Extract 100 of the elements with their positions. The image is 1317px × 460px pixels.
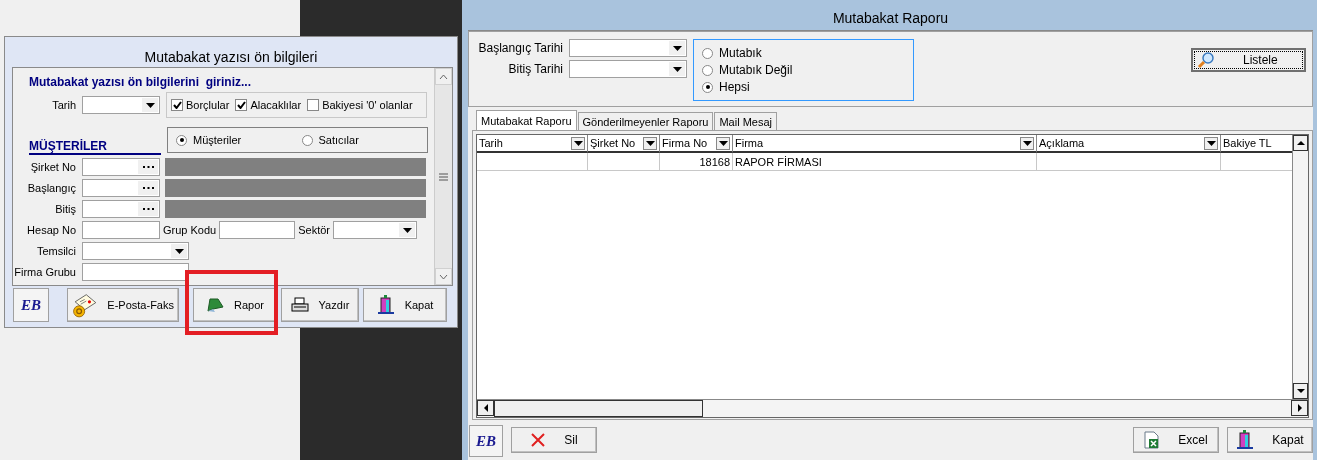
radio-label: Mutabık: [719, 46, 762, 60]
logo: EB: [13, 288, 49, 322]
radio-label: Mutabık Değil: [719, 63, 793, 77]
dialog-title: Mutabakat yazısı ön bilgileri: [144, 49, 318, 65]
filter-button[interactable]: [1204, 136, 1218, 150]
tab[interactable]: Gönderilmeyenler Raporu: [577, 112, 714, 130]
door-icon: [1236, 430, 1255, 450]
caret-icon: [1022, 140, 1032, 146]
toolbar-button[interactable]: Kapat: [1227, 427, 1313, 453]
up-arrow-icon: [1295, 138, 1306, 148]
browse-button[interactable]: [138, 160, 158, 174]
scrollbar[interactable]: [1292, 135, 1308, 399]
door-icon: [376, 295, 395, 315]
field-label: Firma Grubu: [13, 266, 76, 278]
radio-button[interactable]: [702, 81, 713, 93]
toolbar-button[interactable]: Rapor: [193, 288, 277, 322]
caret-icon: [573, 140, 583, 146]
lookup-field[interactable]: [82, 179, 160, 197]
field-label: Şirket No: [29, 161, 76, 173]
filter-button[interactable]: [571, 136, 585, 150]
caret-icon: [645, 140, 655, 146]
browse-button[interactable]: [138, 202, 158, 216]
column-header[interactable]: Açıklama: [1037, 135, 1221, 153]
date-dropdown[interactable]: [82, 96, 160, 114]
checkmark-icon: [236, 101, 246, 109]
toolbar-button[interactable]: Sil: [511, 427, 597, 453]
caret-icon: [402, 227, 412, 233]
column-header[interactable]: Firma No: [660, 135, 733, 153]
tab[interactable]: Mail Mesaj: [714, 112, 778, 130]
checkbox[interactable]: [235, 99, 248, 111]
form-heading: Mutabakat yazısı ön bilgilerini giriniz...: [28, 75, 253, 89]
scroll-down-button[interactable]: [1293, 383, 1308, 399]
table-cell: RAPOR FİRMASI: [733, 153, 1037, 171]
checkbox-label: Borçlular: [186, 99, 230, 111]
printer-icon: [290, 297, 309, 313]
checkbox[interactable]: [307, 99, 320, 111]
radio-label: Hepsi: [719, 80, 750, 94]
filter-button[interactable]: [716, 136, 730, 150]
field-label: Bitiş Tarihi: [507, 62, 563, 76]
field-label: Hesap No: [26, 224, 76, 236]
checkbox-label: Bakiyesi '0' olanlar: [322, 99, 413, 111]
checkbox[interactable]: [171, 99, 183, 111]
column-header[interactable]: Tarih: [477, 135, 588, 153]
tab[interactable]: Mutabakat Raporu: [476, 110, 577, 130]
field-label: Başlangıç Tarihi: [477, 41, 563, 55]
caret-icon: [718, 140, 728, 146]
scroll-right-button[interactable]: [1291, 400, 1308, 416]
table-cell: [588, 153, 660, 171]
toolbar-button[interactable]: Excel: [1133, 427, 1219, 453]
toolbar-button[interactable]: Yazdır: [281, 288, 359, 322]
input-field[interactable]: [219, 221, 296, 239]
date-dropdown[interactable]: [569, 39, 687, 57]
radio-button[interactable]: [702, 47, 713, 59]
checkmark-icon: [172, 101, 182, 109]
lookup-field[interactable]: [82, 158, 160, 176]
caret-icon: [1206, 140, 1216, 146]
scroll-left-button[interactable]: [477, 400, 494, 416]
chevron-down-icon: [439, 273, 448, 280]
radio-button[interactable]: [301, 134, 313, 146]
radio-label: Satıcılar: [318, 134, 359, 146]
field-label: Bitiş: [54, 203, 76, 215]
caret-icon: [145, 102, 155, 108]
spreadsheet-icon: [1144, 431, 1161, 449]
table-cell: 18168: [660, 153, 733, 171]
cross-icon: [530, 432, 547, 448]
ellipsis-icon: [142, 186, 154, 190]
browse-button[interactable]: [138, 181, 158, 195]
caret-icon: [672, 45, 682, 51]
radio-button[interactable]: [702, 64, 713, 76]
list-button[interactable]: Listele: [1191, 48, 1306, 72]
lookup-field[interactable]: [82, 200, 160, 218]
scroll-thumb[interactable]: [494, 400, 703, 417]
scroll-up-button[interactable]: [1293, 135, 1308, 151]
ellipsis-icon: [142, 207, 154, 211]
filter-button[interactable]: [643, 136, 657, 150]
down-arrow-icon: [1295, 386, 1306, 396]
toolbar-button[interactable]: E-Posta-Faks: [67, 288, 179, 322]
logo: EB: [469, 425, 503, 457]
field-label: Tarih: [51, 99, 76, 111]
caret-icon: [672, 66, 682, 72]
field-label: Sektör: [298, 224, 330, 236]
column-header[interactable]: Şirket No: [588, 135, 660, 153]
radio-button[interactable]: [176, 134, 187, 146]
representative-dropdown[interactable]: [82, 242, 189, 260]
checkbox-label: Alacaklılar: [250, 99, 302, 111]
field-label: Temsilci: [35, 245, 76, 257]
column-header[interactable]: Firma: [733, 135, 1037, 153]
ellipsis-icon: [142, 165, 154, 169]
search-icon: [1197, 51, 1215, 69]
book-icon: [206, 297, 224, 313]
section-heading: MÜŞTERİLER: [29, 139, 161, 155]
input-field[interactable]: [82, 263, 189, 281]
filter-button[interactable]: [1020, 136, 1034, 150]
scrollbar[interactable]: [477, 399, 1308, 417]
date-dropdown[interactable]: [569, 60, 687, 78]
caret-icon: [174, 248, 184, 254]
input-field[interactable]: [82, 221, 160, 239]
radio-label: Müşteriler: [193, 134, 242, 146]
sector-dropdown[interactable]: [333, 221, 417, 239]
toolbar-button[interactable]: Kapat: [363, 288, 447, 322]
